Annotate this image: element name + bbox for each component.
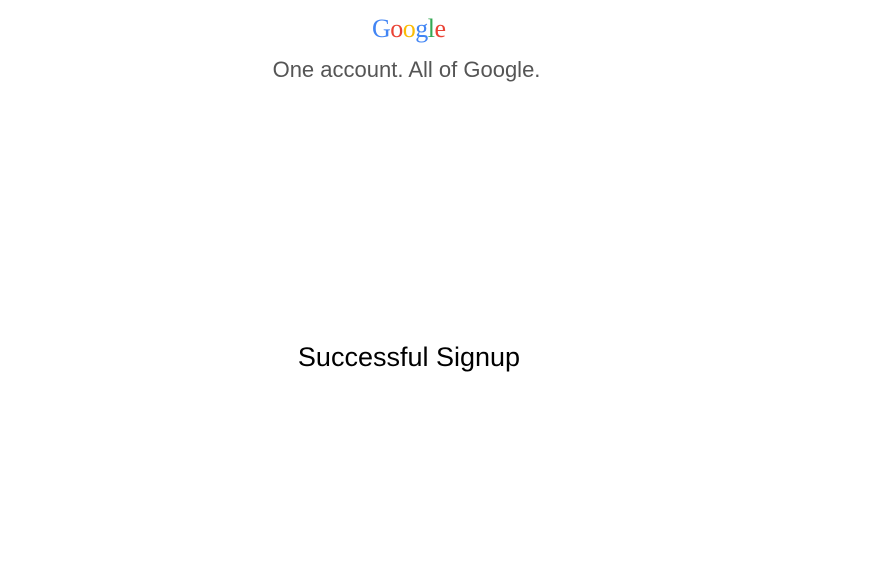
signup-success-message: Successful Signup: [297, 342, 521, 372]
logo-letter: g: [415, 14, 428, 43]
google-logo: Google: [372, 14, 446, 44]
tagline: One account. All of Google.: [272, 57, 541, 82]
logo-letter: o: [402, 14, 416, 43]
logo-letter: G: [372, 14, 391, 43]
logo-letter: l: [427, 14, 435, 43]
logo-letter: e: [434, 14, 447, 43]
page: Google One account. All of Google. Succe…: [0, 0, 871, 565]
logo-letter: o: [390, 14, 403, 43]
